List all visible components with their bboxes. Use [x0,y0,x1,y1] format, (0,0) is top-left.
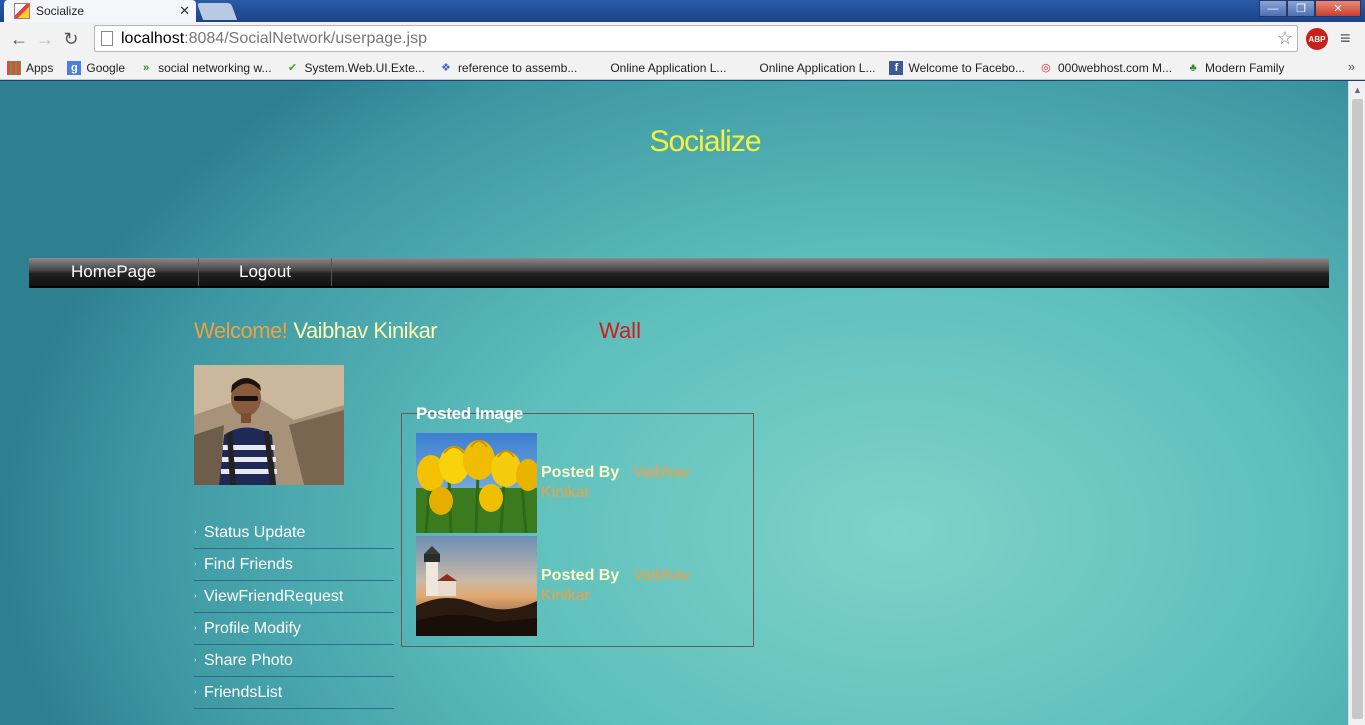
dropbox-icon: ❖ [441,62,451,74]
bookmark-apps[interactable]: Apps [0,60,60,75]
post-caption: Posted By Vaibhav Kinikar [541,463,741,503]
bookmark-label: Online Application L... [759,60,876,75]
nav-logout-link[interactable]: Logout [199,258,332,286]
address-bar[interactable]: localhost:8084/SocialNetwork/userpage.js… [94,25,1298,52]
bookmark-online-application-1[interactable]: Online Application L... [584,61,733,75]
tab-close-icon[interactable]: ✕ [179,3,190,19]
bookmark-reference-assembly[interactable]: ❖ reference to assemb... [432,61,584,75]
restore-button[interactable]: ❐ [1287,0,1315,17]
site-favicon-icon [14,3,30,19]
menu-icon[interactable]: ≡ [1340,28,1351,49]
wall-heading: Wall [599,318,641,343]
bookmark-label: Apps [26,60,54,75]
forward-arrow-icon[interactable]: → [32,26,58,52]
bookmark-online-application-2[interactable]: Online Application L... [733,61,882,75]
bookmark-label: Google [86,60,126,75]
page-icon [101,31,113,46]
browser-toolbar: ← → ↻ localhost:8084/SocialNetwork/userp… [0,22,1365,56]
bookmark-system-web-ui[interactable]: ✔ System.Web.UI.Exte... [278,61,431,75]
post-caption: Posted By Vaibhav Kinikar [541,566,741,606]
posted-by-label: Posted By [541,464,620,481]
bookmark-label: Modern Family [1205,60,1285,75]
bullet-arrow-icon: › [194,689,197,696]
user-name: Vaibhav Kinikar [293,318,438,343]
green-chevrons-icon: » [143,61,150,74]
side-menu-label: Profile Modify [204,619,301,637]
new-tab-button[interactable] [196,3,238,20]
bookmark-google[interactable]: g Google [60,60,132,75]
page-viewport: Socialize HomePage Logout Welcome! Vaibha… [0,81,1348,725]
side-menu-label: ViewFriendRequest [204,587,344,605]
bookmark-label: 000webhost.com M... [1057,60,1173,75]
posted-image-fieldset: Posted Image Posted By Vaibhav Kinikar P… [401,404,754,647]
bookmark-000webhost[interactable]: ◎ 000webhost.com M... [1032,61,1179,75]
reload-icon[interactable]: ↻ [58,26,84,52]
side-menu-label: Status Update [204,523,306,541]
side-menu-friends-list[interactable]: › FriendsList [194,677,394,709]
star-icon[interactable]: ☆ [1277,28,1293,49]
webhost-icon: ◎ [1041,62,1051,74]
side-menu-view-friend-request[interactable]: › ViewFriendRequest [194,581,394,613]
side-menu-find-friends[interactable]: › Find Friends [194,549,394,581]
side-menu-label: Find Friends [204,555,293,573]
side-menu: › Status Update › Find Friends › ViewFriend… [194,517,394,709]
side-menu-label: FriendsList [204,683,283,701]
site-title: Socialize [649,125,761,158]
bullet-arrow-icon: › [194,657,197,664]
adblock-icon[interactable]: ABP [1306,28,1328,50]
bookmark-facebook[interactable]: f Welcome to Facebo... [882,60,1032,75]
bookmark-label: Online Application L... [610,60,727,75]
side-menu-label: Share Photo [204,651,293,669]
posted-item: Posted By Vaibhav Kinikar [416,433,746,533]
facebook-icon: f [889,60,904,75]
window-controls: — ❐ ✕ [1259,0,1361,17]
google-icon: g [67,60,82,75]
tab-title: Socialize [36,4,85,18]
scroll-up-arrow-icon[interactable]: ▲ [1353,85,1362,95]
bookmark-label: reference to assemb... [457,60,578,75]
nav-homepage-link[interactable]: HomePage [29,258,199,286]
welcome-label: Welcome! [194,318,288,343]
side-menu-profile-modify[interactable]: › Profile Modify [194,613,394,645]
posted-image-legend: Posted Image [416,404,523,423]
window-close-button[interactable]: ✕ [1315,0,1361,17]
vertical-scrollbar[interactable]: ▲ [1348,81,1365,725]
side-menu-share-photo[interactable]: › Share Photo [194,645,394,677]
tulips-image[interactable] [416,433,537,533]
welcome-heading: Welcome! Vaibhav Kinikar [194,318,438,344]
profile-photo [194,365,344,485]
blank-icon [740,61,754,75]
posted-item: Posted By Vaibhav Kinikar [416,536,746,636]
posted-by-label: Posted By [541,567,620,584]
lighthouse-image[interactable] [416,536,537,636]
url-host: localhost [121,29,185,47]
scroll-thumb[interactable] [1352,99,1363,719]
bookmark-modern-family[interactable]: ♣ Modern Family [1179,61,1291,75]
bullet-arrow-icon: › [194,561,197,568]
bookmark-social-networking[interactable]: » social networking w... [132,61,278,75]
back-arrow-icon[interactable]: ← [6,26,32,52]
apps-grid-icon [7,60,21,75]
bookmark-label: social networking w... [158,60,272,75]
browser-tab[interactable]: Socialize ✕ [4,0,196,22]
main-nav-bar: HomePage Logout [29,258,1329,288]
blank-icon [591,61,605,75]
bullet-arrow-icon: › [194,625,197,632]
checkmark-icon: ✔ [287,62,298,74]
profile-photo-image [194,365,344,485]
bookmarks-bar: Apps g Google » social networking w... ✔… [0,56,1365,80]
bookmark-label: System.Web.UI.Exte... [304,60,425,75]
tab-strip: Socialize ✕ — ❐ ✕ [0,0,1365,22]
url-path: :8084/SocialNetwork/userpage.jsp [184,29,427,47]
bookmarks-overflow-button[interactable]: » [1348,59,1355,74]
minimize-button[interactable]: — [1259,0,1287,17]
tree-icon: ♣ [1189,61,1197,74]
bookmark-label: Welcome to Facebo... [908,60,1025,75]
bullet-arrow-icon: › [194,529,197,536]
bullet-arrow-icon: › [194,593,197,600]
side-menu-status-update[interactable]: › Status Update [194,517,394,549]
